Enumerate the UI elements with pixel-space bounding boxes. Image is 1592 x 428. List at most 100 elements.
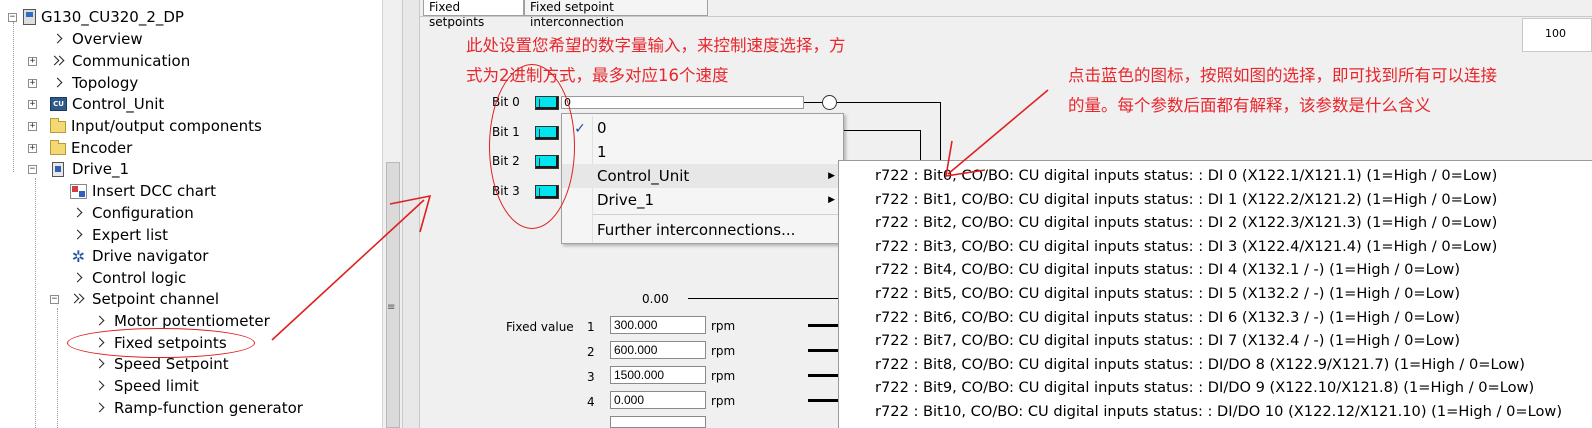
tree-item-setpoint-channel[interactable]: − Setpoint channel (50, 288, 219, 310)
tree-item-expert-list[interactable]: Expert list (70, 224, 168, 246)
tab-fixed-setpoints[interactable]: Fixed setpoints (423, 0, 524, 29)
fixed-value-index: 2 (587, 345, 595, 359)
tree-item-overview[interactable]: Overview (50, 28, 143, 50)
fixed-value-line (808, 324, 838, 327)
dcc-chart-icon (70, 183, 87, 199)
tree-root[interactable]: − G130_CU320_2_DP (8, 6, 184, 28)
submenu-item[interactable]: r722 : Bit2, CO/BO: CU digital inputs st… (839, 211, 1497, 235)
control-unit-submenu[interactable]: r722 : Bit0, CO/BO: CU digital inputs st… (838, 160, 1592, 428)
fixed-value-index: 4 (587, 395, 595, 409)
tree-item-ramp-function-generator[interactable]: Ramp-function generator (92, 397, 303, 419)
submenu-item[interactable]: r722 : Bit10, CO/BO: CU digital inputs s… (839, 400, 1562, 424)
submenu-item[interactable]: r722 : Bit8, CO/BO: CU digital inputs st… (839, 353, 1525, 377)
tab-divider (420, 16, 1592, 17)
tree-item-configuration[interactable]: Configuration (70, 202, 194, 224)
menu-item-1[interactable]: 1 (562, 140, 843, 164)
chevron-icon (50, 76, 67, 91)
fixed-value-unit: rpm (711, 394, 736, 408)
panel-splitter[interactable] (402, 0, 420, 428)
tree-item-drive-1[interactable]: − Drive_1 (28, 158, 129, 180)
collapse-icon[interactable]: − (50, 294, 59, 304)
menu-item-further-interconnections[interactable]: Further interconnections... (562, 218, 843, 242)
tree-item-control-unit[interactable]: + Control_Unit (28, 93, 164, 115)
fixed-value-3-input[interactable]: 1500.000 (610, 366, 706, 384)
expand-icon[interactable]: + (28, 56, 37, 66)
menu-item-control-unit[interactable]: Control_Unit ▶ (562, 164, 843, 188)
tree-guide-line (13, 22, 14, 172)
menu-item-drive-1[interactable]: Drive_1 ▶ (562, 188, 843, 212)
drive-icon (52, 161, 64, 177)
fixed-value-unit: rpm (711, 344, 736, 358)
annotation-line: 点击蓝色的图标，按照如图的选择，即可找到所有可以连接 (1068, 66, 1497, 85)
collapse-icon[interactable]: − (8, 12, 17, 22)
submenu-item[interactable]: r722 : Bit7, CO/BO: CU digital inputs st… (839, 329, 1460, 353)
chevron-icon (50, 32, 67, 47)
folder-icon (50, 118, 66, 133)
fixed-value-2-input[interactable]: 600.000 (610, 341, 706, 359)
tree-item-control-logic[interactable]: Control logic (70, 267, 186, 289)
tree-root-label: G130_CU320_2_DP (41, 8, 184, 26)
tree-scrollbar[interactable]: ≡ (382, 0, 402, 428)
submenu-arrow-icon: ▶ (828, 171, 835, 181)
expand-icon[interactable]: + (28, 143, 37, 153)
tree-item-label: Communication (72, 52, 191, 70)
tree-guide-line (57, 308, 58, 428)
fixed-value-unit: rpm (711, 319, 736, 333)
tree-item-label: Configuration (92, 204, 194, 222)
tree-item-label: Expert list (92, 226, 168, 244)
fixed-value-5-input[interactable] (610, 416, 706, 428)
signal-node-icon (822, 95, 837, 110)
menu-item-label: 0 (597, 119, 607, 137)
tree-item-insert-dcc-chart[interactable]: Insert DCC chart (70, 180, 216, 202)
chevron-icon (70, 271, 87, 286)
menu-item-label: Drive_1 (597, 191, 655, 209)
submenu-item[interactable]: r722 : Bit3, CO/BO: CU digital inputs st… (839, 235, 1497, 259)
submenu-arrow-icon: ▶ (828, 195, 835, 205)
zoom-field[interactable]: 100 (1522, 18, 1592, 52)
fixed-value-4-input[interactable]: 0.000 (610, 391, 706, 409)
submenu-item[interactable]: r722 : Bit6, CO/BO: CU digital inputs st… (839, 306, 1460, 330)
submenu-item[interactable]: r722 : Bit1, CO/BO: CU digital inputs st… (839, 188, 1497, 212)
tree-item-label: Encoder (71, 139, 133, 157)
expand-icon[interactable]: + (28, 78, 37, 88)
wire (940, 102, 941, 160)
submenu-item[interactable]: r722 : Bit0, CO/BO: CU digital inputs st… (839, 164, 1497, 188)
tree-item-label: Control_Unit (72, 95, 165, 113)
tab-fixed-setpoint-interconnection[interactable]: Fixed setpoint interconnection (524, 0, 708, 29)
submenu-item[interactable]: r722 : Bit9, CO/BO: CU digital inputs st… (839, 376, 1534, 400)
chevron-icon (92, 357, 109, 372)
wire (804, 102, 822, 103)
tree-item-drive-navigator[interactable]: Drive navigator (70, 245, 208, 267)
tree-item-encoder[interactable]: + Encoder (28, 137, 132, 159)
tree-item-label: Control logic (92, 269, 187, 287)
menu-item-0[interactable]: ✓ 0 (562, 116, 843, 140)
tree-item-speed-limit[interactable]: Speed limit (92, 375, 199, 397)
interconnection-context-menu[interactable]: ✓ 0 1 Control_Unit ▶ Drive_1 ▶ Further i… (561, 113, 844, 244)
tree-item-label: Topology (72, 74, 139, 92)
tree-item-topology[interactable]: + Topology (28, 72, 138, 94)
submenu-item[interactable]: r722 : Bit5, CO/BO: CU digital inputs st… (839, 282, 1460, 306)
submenu-item[interactable]: r722 : Bit4, CO/BO: CU digital inputs st… (839, 258, 1460, 282)
annotation-right: 点击蓝色的图标，按照如图的选择，即可找到所有可以连接 的量。每个参数后面都有解释… (1068, 61, 1538, 121)
fixed-value-1-input[interactable]: 300.000 (610, 316, 706, 334)
wire (920, 130, 921, 160)
expand-icon[interactable]: + (28, 121, 37, 131)
control-unit-icon (50, 97, 67, 111)
fixed-value-index: 1 (587, 320, 595, 334)
project-tree[interactable]: − G130_CU320_2_DP Overview + Communicati… (0, 0, 382, 428)
folder-icon (50, 140, 66, 155)
bit-0-source-field[interactable]: 0 (561, 96, 804, 109)
tree-item-io-components[interactable]: + Input/output components (28, 115, 262, 137)
tree-scrollbar-thumb[interactable] (386, 162, 400, 428)
wire (688, 298, 838, 299)
menu-item-label: Further interconnections... (597, 221, 796, 239)
chevron-icon (92, 401, 109, 416)
tree-item-label: Ramp-function generator (114, 399, 303, 417)
tree-item-communication[interactable]: + Communication (28, 50, 190, 72)
chevron-icon (70, 206, 87, 221)
tree-item-label: Input/output components (71, 117, 262, 135)
collapse-icon[interactable]: − (28, 164, 37, 174)
expand-icon[interactable]: + (28, 99, 37, 109)
double-chevron-icon (70, 292, 87, 307)
tree-item-label: Drive navigator (92, 247, 209, 265)
